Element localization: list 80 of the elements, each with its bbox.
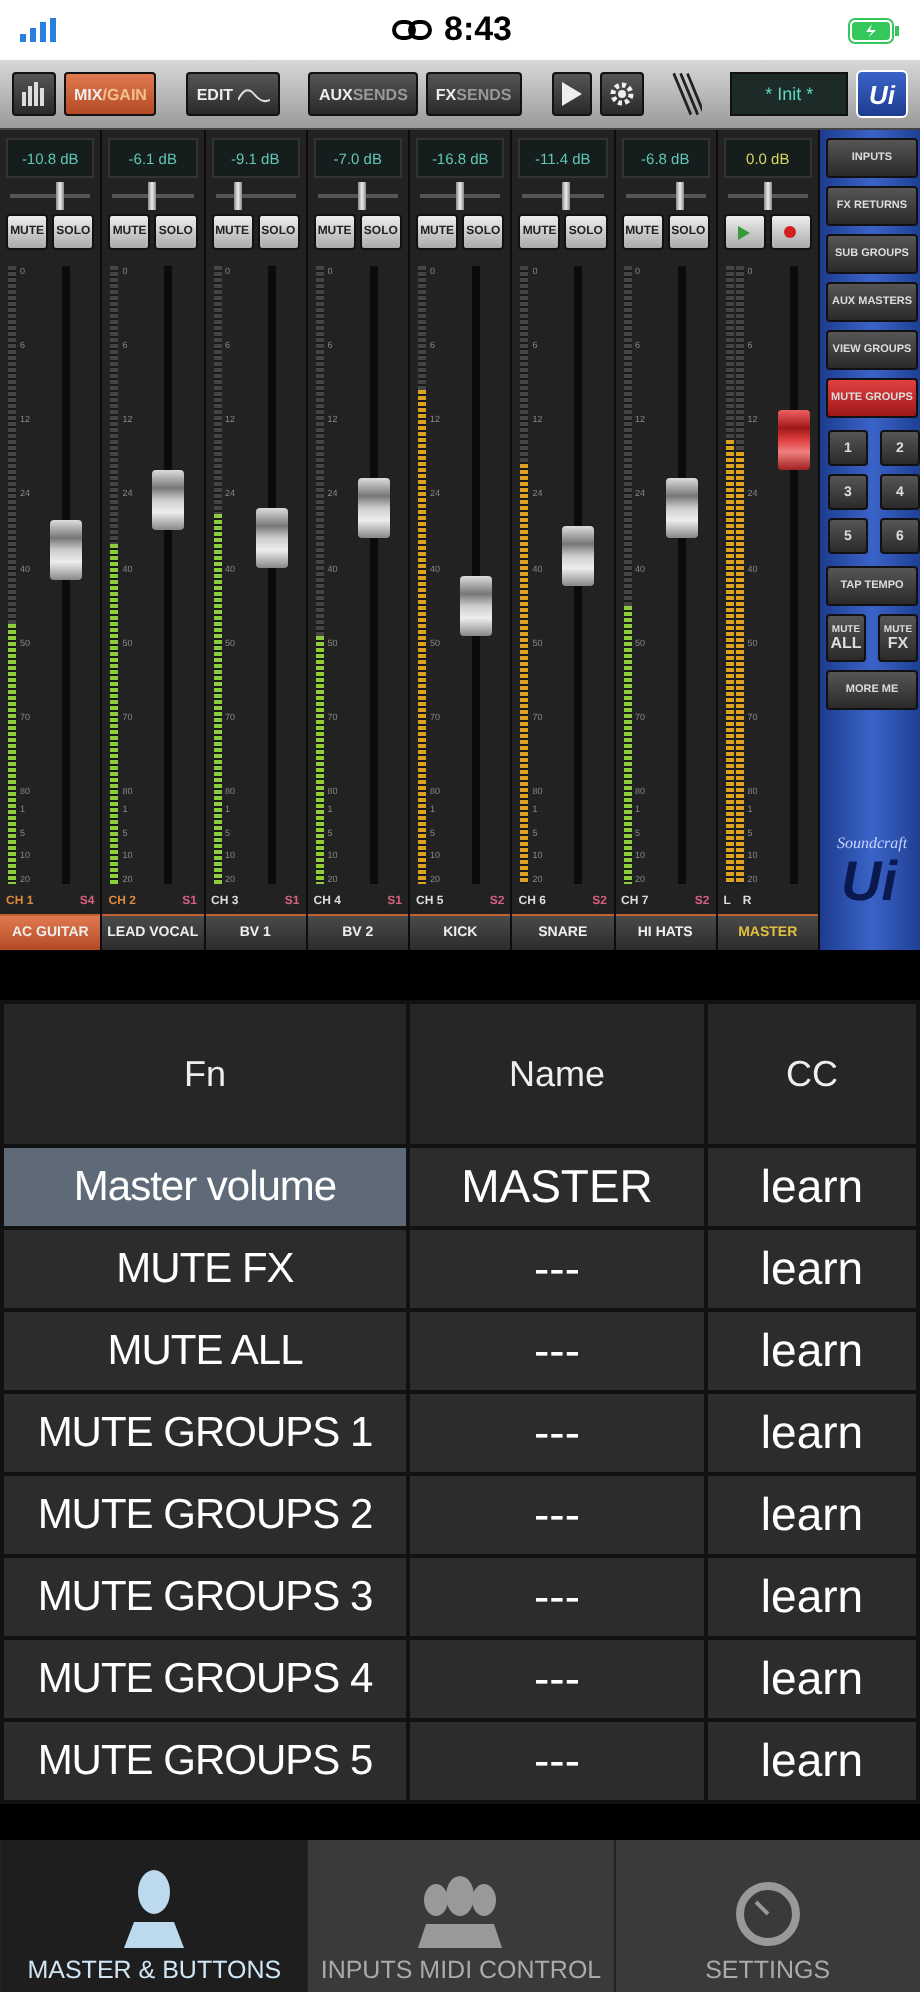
table-cell[interactable]: MUTE GROUPS 5 <box>2 1720 408 1802</box>
fader-handle[interactable] <box>777 409 810 470</box>
pan-knob[interactable] <box>763 182 772 210</box>
pan-slider[interactable] <box>112 178 193 214</box>
table-cell: --- <box>408 1228 706 1310</box>
pan-slider[interactable] <box>10 178 91 214</box>
learn-button[interactable]: learn <box>706 1474 918 1556</box>
play-button[interactable] <box>723 214 766 250</box>
fader-handle[interactable] <box>152 470 185 531</box>
learn-button[interactable]: learn <box>706 1228 918 1310</box>
column-header: CC <box>706 1002 918 1146</box>
fader-handle[interactable] <box>665 477 697 538</box>
settings-icon <box>609 82 634 106</box>
table-cell: --- <box>408 1556 706 1638</box>
pan-knob[interactable] <box>148 182 157 210</box>
table-cell: --- <box>408 1310 706 1392</box>
status-time: 8:43 <box>443 10 513 50</box>
learn-button[interactable]: learn <box>706 1146 918 1228</box>
meters-button[interactable] <box>12 72 56 116</box>
table-cell[interactable]: MUTE GROUPS 3 <box>2 1556 408 1638</box>
pan-knob[interactable] <box>562 182 571 210</box>
brand-logo-text: Soundcraft <box>836 834 908 853</box>
learn-button[interactable]: learn <box>706 1392 918 1474</box>
table-cell[interactable]: MUTE GROUPS 1 <box>2 1392 408 1474</box>
mode-button[interactable]: AUXSENDS <box>308 72 418 116</box>
app-logo[interactable]: Ui <box>855 70 909 118</box>
pan-slider[interactable] <box>625 178 706 214</box>
pan-knob[interactable] <box>55 182 64 210</box>
column-header: Name <box>408 1002 706 1146</box>
pan-slider[interactable] <box>522 178 603 214</box>
pan-slider[interactable] <box>215 178 296 214</box>
pan-knob[interactable] <box>233 182 242 210</box>
table-cell: --- <box>408 1638 706 1720</box>
pan-slider[interactable] <box>727 178 808 214</box>
table-cell: --- <box>408 1474 706 1556</box>
fader-handle[interactable] <box>357 477 390 538</box>
eq-curve-icon <box>237 84 270 104</box>
fader-handle[interactable] <box>460 575 492 636</box>
brand-logo: Ui <box>840 852 898 914</box>
learn-button[interactable]: learn <box>706 1556 918 1638</box>
table-cell: --- <box>408 1392 706 1474</box>
pan-slider[interactable] <box>317 178 398 214</box>
pan-knob[interactable] <box>357 182 366 210</box>
person-icon <box>120 1868 189 1948</box>
bar-chart-icon <box>22 82 46 106</box>
record-icon <box>784 226 797 238</box>
slashes-icon <box>671 70 703 118</box>
table-cell[interactable]: MUTE ALL <box>2 1310 408 1392</box>
link-icon <box>391 18 432 42</box>
play-icon <box>561 82 582 106</box>
tab[interactable]: INPUTS MIDI CONTROL <box>306 1840 614 1992</box>
pan-slider[interactable] <box>420 178 501 214</box>
signal-icon <box>20 18 56 42</box>
fader-handle[interactable] <box>255 507 287 568</box>
tab[interactable]: MASTER & BUTTONS <box>0 1840 307 1992</box>
learn-button[interactable]: learn <box>706 1310 918 1392</box>
preset-display: * Init * <box>730 72 848 116</box>
learn-button[interactable]: learn <box>706 1638 918 1720</box>
play-button[interactable] <box>551 72 592 116</box>
pan-knob[interactable] <box>675 182 684 210</box>
table-cell: --- <box>408 1720 706 1802</box>
fader-handle[interactable] <box>50 520 82 581</box>
people-icon <box>418 1876 503 1948</box>
table-cell[interactable]: Master volume <box>2 1146 408 1228</box>
table-cell: MASTER <box>408 1146 706 1228</box>
clock-icon <box>733 1880 802 1948</box>
column-header: Fn <box>2 1002 408 1146</box>
mode-button[interactable]: FXSENDS <box>425 72 522 116</box>
play-icon <box>738 225 751 239</box>
pan-knob[interactable] <box>456 182 465 210</box>
settings-button[interactable] <box>599 72 644 116</box>
record-button[interactable] <box>769 214 812 250</box>
fader-handle[interactable] <box>562 526 595 587</box>
battery-icon <box>848 17 900 43</box>
tab[interactable]: SETTINGS <box>613 1840 920 1992</box>
table-cell[interactable]: MUTE GROUPS 2 <box>2 1474 408 1556</box>
table-cell[interactable]: MUTE FX <box>2 1228 408 1310</box>
edit-button[interactable]: EDIT <box>186 72 280 116</box>
learn-button[interactable]: learn <box>706 1720 918 1802</box>
table-cell[interactable]: MUTE GROUPS 4 <box>2 1638 408 1720</box>
